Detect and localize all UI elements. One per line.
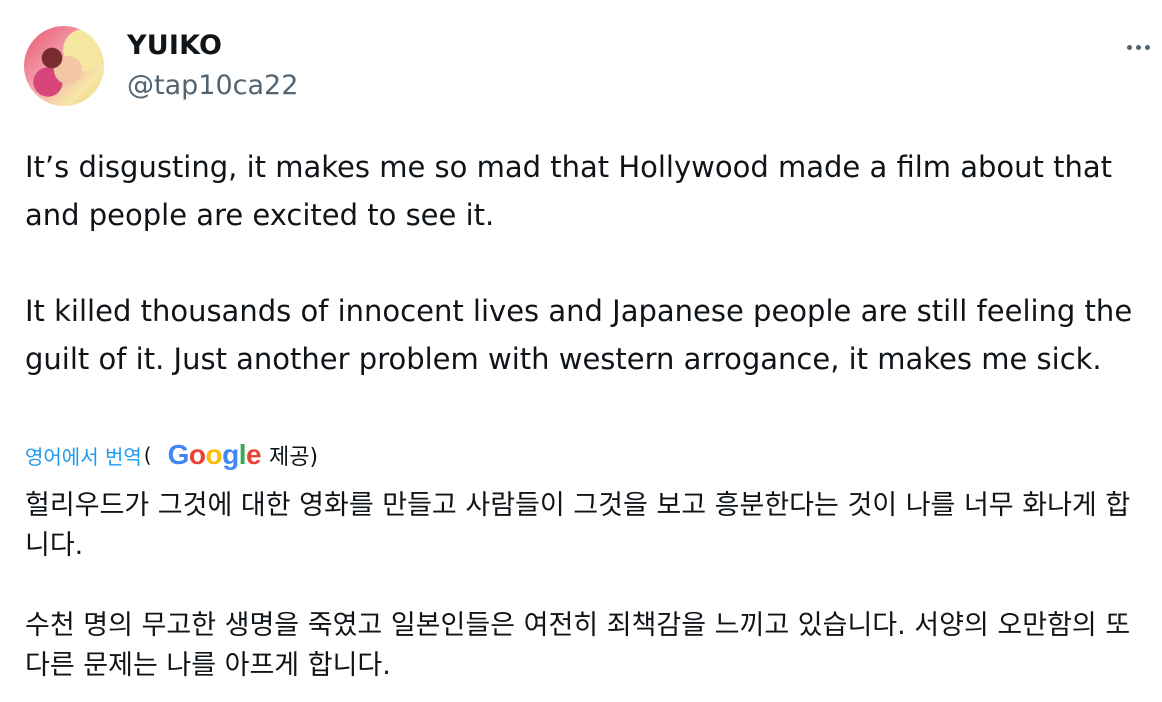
- google-logo-icon: Google: [167, 439, 262, 471]
- more-dots-icon: [1126, 44, 1132, 50]
- more-options-button[interactable]: [1118, 30, 1158, 64]
- google-logo-letter: l: [238, 439, 247, 470]
- google-logo-letter: o: [205, 439, 223, 470]
- translated-from-link[interactable]: 영어에서 번역: [25, 441, 142, 470]
- google-logo-letter: o: [188, 439, 206, 470]
- user-handle[interactable]: @tap10ca22: [127, 70, 298, 101]
- translation-attribution: 영어에서 번역 ( Google 제공): [25, 438, 318, 472]
- google-logo-letter: g: [222, 439, 239, 470]
- tweet-text: It’s disgusting, it makes me so mad that…: [25, 143, 1150, 383]
- open-paren: (: [143, 443, 152, 467]
- tweet-paragraph: It’s disgusting, it makes me so mad that…: [25, 150, 1113, 232]
- translated-paragraph: 헐리우드가 그것에 대한 영화를 만들고 사람들이 그것을 보고 흥분한다는 것…: [25, 490, 1131, 561]
- avatar[interactable]: [24, 26, 104, 106]
- tweet-paragraph: It killed thousands of innocent lives an…: [25, 294, 1133, 376]
- translated-paragraph: 수천 명의 무고한 생명을 죽였고 일본인들은 여전히 죄책감을 느끼고 있습니…: [25, 610, 1131, 681]
- more-dots-icon: [1144, 44, 1150, 50]
- more-dots-icon: [1135, 44, 1141, 50]
- google-logo-letter: G: [167, 439, 190, 470]
- google-logo-letter: e: [245, 439, 262, 470]
- display-name[interactable]: YUIKO: [127, 30, 222, 61]
- provided-by-label: 제공): [269, 445, 319, 470]
- translated-text: 헐리우드가 그것에 대한 영화를 만들고 사람들이 그것을 보고 흥분한다는 것…: [25, 486, 1150, 686]
